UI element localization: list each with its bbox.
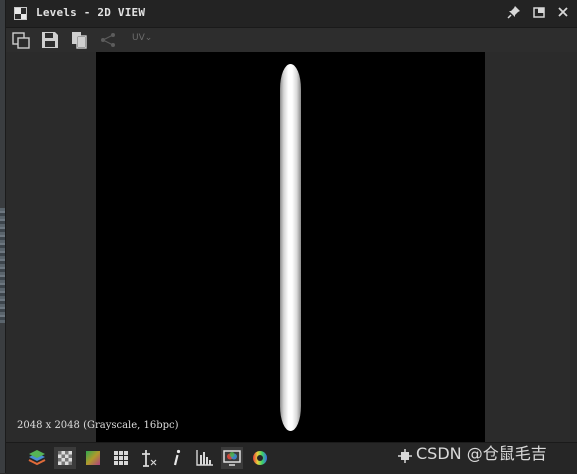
copy-icon[interactable] (69, 30, 89, 50)
texture-canvas[interactable] (96, 52, 485, 442)
watermark: CSDN @仓鼠毛吉 (416, 444, 547, 463)
pin-icon[interactable] (506, 5, 522, 21)
window-title: Levels - 2D VIEW (36, 6, 146, 19)
close-icon[interactable] (555, 5, 571, 21)
window-grid-icon (14, 7, 27, 20)
save-icon[interactable] (40, 30, 60, 50)
export-icon[interactable] (11, 30, 31, 50)
uv-dropdown[interactable]: UV⌄ (132, 33, 152, 43)
settings-icon[interactable] (398, 449, 412, 463)
histogram-icon[interactable] (194, 447, 216, 469)
info-icon[interactable] (166, 447, 188, 469)
title-bar[interactable]: Levels - 2D VIEW (6, 0, 577, 28)
view-toolbar: UV⌄ (6, 28, 577, 52)
share-icon (98, 30, 118, 50)
tiling-grid-icon[interactable] (110, 447, 132, 469)
2d-viewport[interactable] (6, 52, 577, 442)
pixel-coordinates-icon[interactable] (138, 447, 160, 469)
levels-2d-view-window: Levels - 2D VIEW UV⌄ 2048 x 2048 (Graysc… (5, 0, 577, 474)
uv-label: UV (132, 33, 145, 43)
maximize-icon[interactable] (531, 5, 547, 21)
chevron-down-icon: ⌄ (144, 33, 153, 43)
display-settings-icon[interactable] (221, 447, 243, 469)
level-preview-shape (280, 64, 301, 431)
color-wheel-icon[interactable] (249, 447, 271, 469)
checkerboard-icon[interactable] (54, 447, 76, 469)
image-info: 2048 x 2048 (Grayscale, 16bpc) (17, 420, 179, 431)
layers-icon[interactable] (26, 447, 48, 469)
color-gradient-icon[interactable] (82, 447, 104, 469)
